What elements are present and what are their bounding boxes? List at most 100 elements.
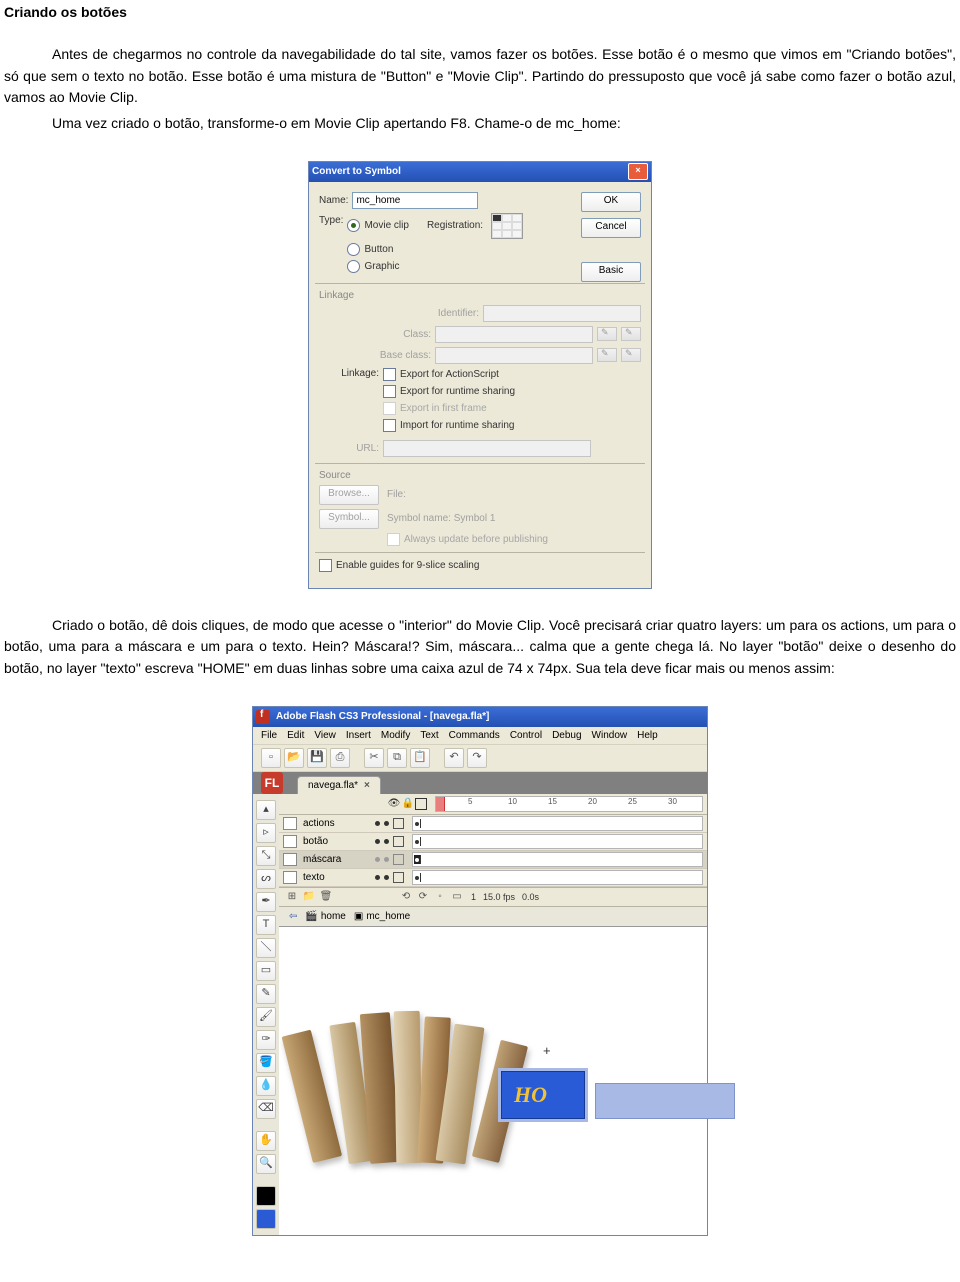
dropper-tool-icon[interactable]: 💧 <box>256 1076 276 1096</box>
registration-grid[interactable] <box>491 213 523 239</box>
delete-layer-icon[interactable]: 🗑 <box>319 890 333 904</box>
radio-graphic[interactable] <box>347 260 360 273</box>
onion-icon[interactable]: ⟳ <box>416 890 430 904</box>
zoom-tool-icon[interactable]: 🔍 <box>256 1154 276 1174</box>
url-input <box>383 440 591 457</box>
save-icon[interactable]: 💾 <box>307 748 327 768</box>
open-icon[interactable]: 📂 <box>284 748 304 768</box>
books-illustration <box>313 995 533 1163</box>
add-layer-icon[interactable]: ⊞ <box>285 890 299 904</box>
menu-control[interactable]: Control <box>510 730 542 741</box>
identifier-label: Identifier: <box>419 308 479 319</box>
main-toolbar[interactable]: ▫ 📂 💾 ⎙ ✂ ⧉ 📋 ↶ ↷ <box>253 744 707 772</box>
basic-button[interactable]: Basic <box>581 262 641 282</box>
rect-tool-icon[interactable]: ▭ <box>256 961 276 981</box>
fill-color-icon[interactable] <box>256 1209 276 1229</box>
brush-tool-icon[interactable]: 🖌 <box>256 1007 276 1027</box>
layer-icon <box>283 853 297 866</box>
edit-bar[interactable]: ⇦ 🎬home ▣mc_home <box>279 906 707 926</box>
ink-tool-icon[interactable]: ✑ <box>256 1030 276 1050</box>
menu-file[interactable]: File <box>261 730 277 741</box>
layer-texto[interactable]: texto <box>279 869 707 887</box>
subselect-tool-icon[interactable]: ▹ <box>256 823 276 843</box>
clip-crumb[interactable]: ▣mc_home <box>354 911 410 922</box>
home-button-text: HO <box>514 1082 547 1108</box>
cut-icon[interactable]: ✂ <box>364 748 384 768</box>
symbol-name-label: Symbol name: Symbol 1 <box>387 513 495 524</box>
pencil-icon <box>621 348 641 362</box>
menu-insert[interactable]: Insert <box>346 730 371 741</box>
menu-commands[interactable]: Commands <box>449 730 500 741</box>
close-tab-icon[interactable]: × <box>364 780 370 791</box>
lasso-tool-icon[interactable]: ᔕ <box>256 869 276 889</box>
cancel-button[interactable]: Cancel <box>581 218 641 238</box>
outline-icon[interactable] <box>415 798 427 810</box>
scene-crumb[interactable]: 🎬home <box>305 911 345 922</box>
hand-tool-icon[interactable]: ✋ <box>256 1131 276 1151</box>
document-tab[interactable]: navega.fla*× <box>297 776 381 794</box>
bucket-tool-icon[interactable]: 🪣 <box>256 1053 276 1073</box>
eye-icon[interactable]: 👁 <box>387 797 401 811</box>
radio-movie-clip[interactable] <box>347 219 360 232</box>
redo-icon[interactable]: ↷ <box>467 748 487 768</box>
layer-icon <box>283 835 297 848</box>
layer-botao[interactable]: botão <box>279 833 707 851</box>
chk-import-runtime[interactable] <box>383 419 396 432</box>
name-input[interactable] <box>352 192 478 209</box>
ok-button[interactable]: OK <box>581 192 641 212</box>
chk-export-runtime[interactable] <box>383 385 396 398</box>
timeline-ruler[interactable]: 5 10 15 20 25 30 35 <box>435 796 703 812</box>
pen-tool-icon[interactable]: ✒ <box>256 892 276 912</box>
class-label: Class: <box>371 329 431 340</box>
paragraph-2: Uma vez criado o botão, transforme-o em … <box>4 113 956 135</box>
onion-icon[interactable]: ▭ <box>450 890 464 904</box>
menu-modify[interactable]: Modify <box>381 730 410 741</box>
type-label: Type: <box>319 215 343 226</box>
playhead-icon[interactable] <box>436 797 445 811</box>
copy-icon[interactable]: ⧉ <box>387 748 407 768</box>
new-icon[interactable]: ▫ <box>261 748 281 768</box>
back-icon[interactable]: ⇦ <box>289 911 297 922</box>
flash-icon <box>256 710 270 724</box>
registration-label: Registration: <box>427 220 483 231</box>
menu-bar[interactable]: File Edit View Insert Modify Text Comman… <box>253 727 707 744</box>
dialog-titlebar[interactable]: Convert to Symbol × <box>309 162 651 182</box>
onion-icon[interactable]: ⟲ <box>399 890 413 904</box>
layer-actions[interactable]: actions <box>279 815 707 833</box>
menu-text[interactable]: Text <box>420 730 438 741</box>
chk-enable-guides[interactable] <box>319 559 332 572</box>
stage[interactable]: + HO <box>279 926 707 1235</box>
print-icon[interactable]: ⎙ <box>330 748 350 768</box>
text-tool-icon[interactable]: T <box>256 915 276 935</box>
tools-panel[interactable]: ▴ ▹ ⤡ ᔕ ✒ T ＼ ▭ ✎ 🖌 ✑ 🪣 💧 ⌫ ✋ 🔍 <box>253 794 279 1235</box>
stroke-color-icon[interactable] <box>256 1186 276 1206</box>
layer-mascara[interactable]: máscara <box>279 851 707 869</box>
eraser-tool-icon[interactable]: ⌫ <box>256 1099 276 1119</box>
undo-icon[interactable]: ↶ <box>444 748 464 768</box>
page-heading: Criando os botões <box>4 4 956 20</box>
menu-debug[interactable]: Debug <box>552 730 581 741</box>
onion-icon[interactable]: ◦ <box>433 890 447 904</box>
close-icon[interactable]: × <box>628 163 648 180</box>
line-tool-icon[interactable]: ＼ <box>256 938 276 958</box>
menu-window[interactable]: Window <box>592 730 628 741</box>
chk-always-update <box>387 533 400 546</box>
radio-button[interactable] <box>347 243 360 256</box>
file-label: File: <box>387 489 406 500</box>
paste-icon[interactable]: 📋 <box>410 748 430 768</box>
convert-to-symbol-dialog: Convert to Symbol × OK Cancel Basic Name… <box>308 161 652 589</box>
time-label: 0.0s <box>522 892 539 902</box>
pencil-tool-icon[interactable]: ✎ <box>256 984 276 1004</box>
free-transform-tool-icon[interactable]: ⤡ <box>256 846 276 866</box>
flash-window: Adobe Flash CS3 Professional - [navega.f… <box>252 706 708 1236</box>
menu-view[interactable]: View <box>314 730 336 741</box>
timeline-footer: ⊞ 📁 🗑 ⟲ ⟳ ◦ ▭ 1 15.0 fps 0.0s <box>279 887 707 906</box>
add-folder-icon[interactable]: 📁 <box>302 890 316 904</box>
lock-icon[interactable]: 🔒 <box>401 797 415 811</box>
selection-tool-icon[interactable]: ▴ <box>256 800 276 820</box>
chk-export-actionscript[interactable] <box>383 368 396 381</box>
menu-help[interactable]: Help <box>637 730 658 741</box>
home-button-shape[interactable]: HO <box>501 1071 585 1119</box>
menu-edit[interactable]: Edit <box>287 730 304 741</box>
flash-titlebar[interactable]: Adobe Flash CS3 Professional - [navega.f… <box>253 707 707 727</box>
